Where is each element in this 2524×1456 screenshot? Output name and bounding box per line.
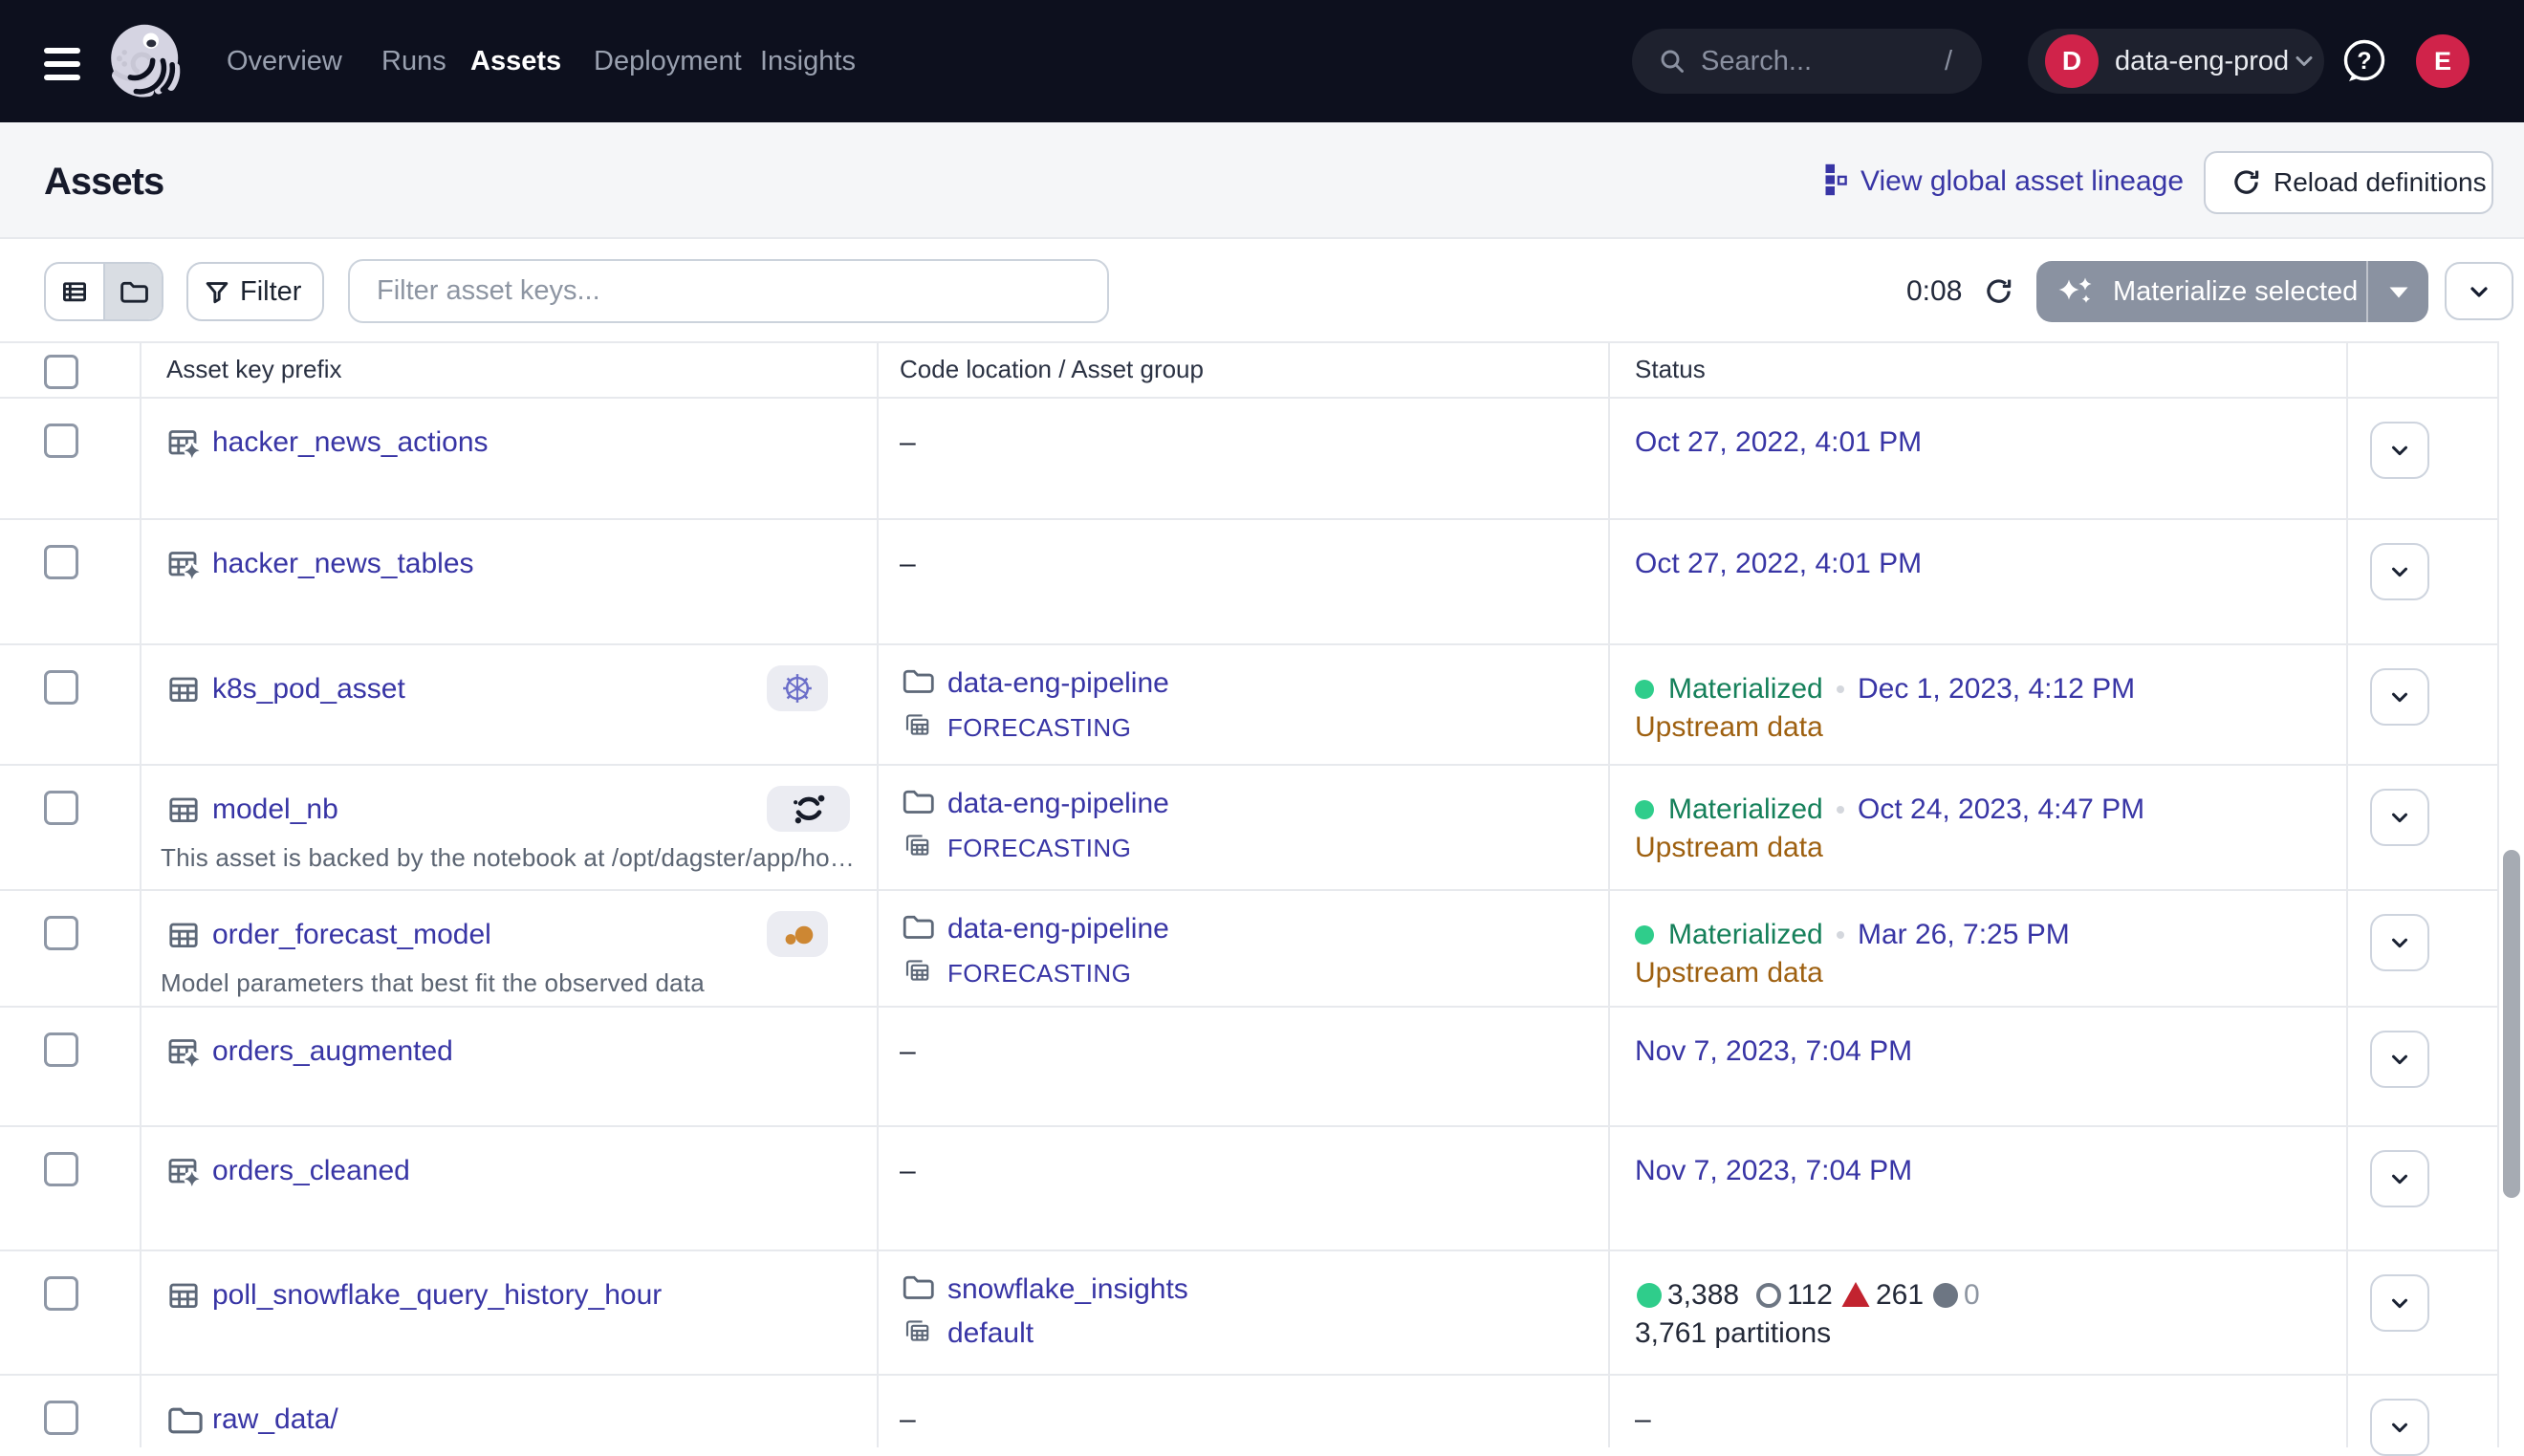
svg-text:?: ?: [2357, 48, 2371, 75]
